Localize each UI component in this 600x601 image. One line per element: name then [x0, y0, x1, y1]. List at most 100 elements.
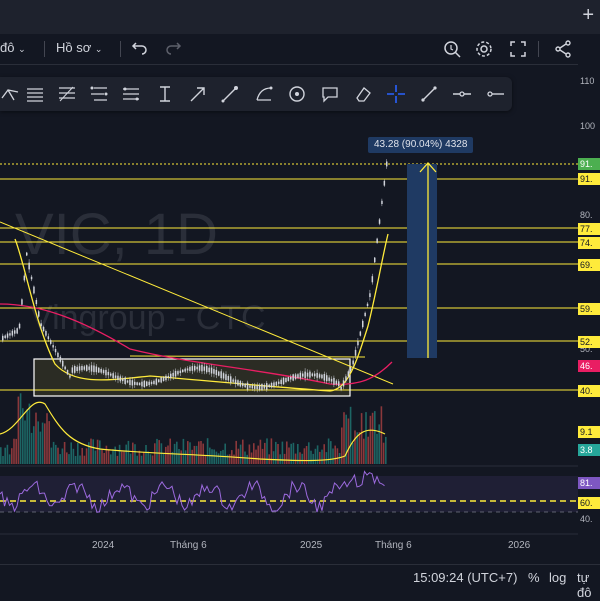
price-chart[interactable]: VIC, 1D Vingroup - CTC	[0, 64, 578, 564]
volume-bar	[165, 446, 167, 464]
gear-icon[interactable]	[474, 39, 494, 59]
fullscreen-icon[interactable]	[508, 39, 528, 59]
volume-bar	[127, 440, 130, 464]
price-label: 74.	[578, 237, 600, 249]
volume-bar	[35, 412, 37, 464]
volume-bar	[228, 454, 231, 464]
volume-bar	[264, 442, 266, 464]
fib-extension-icon[interactable]	[89, 84, 109, 104]
volume-bar	[162, 453, 165, 464]
watermark-symbol: VIC, 1D	[15, 202, 218, 267]
volume-bar	[371, 412, 374, 464]
volume-bar	[15, 438, 17, 464]
redo-icon[interactable]	[163, 39, 183, 59]
volume-bar	[367, 436, 369, 464]
fib-channel-icon[interactable]	[121, 84, 141, 104]
volume-bar	[332, 448, 334, 464]
text-cursor-icon[interactable]	[155, 84, 175, 104]
volume-bar	[149, 454, 152, 464]
layout-menu[interactable]: Hồ sơ ⌄	[56, 40, 102, 55]
volume-bar	[310, 450, 312, 464]
horizontal-line-icon[interactable]	[485, 84, 505, 104]
volume-bar	[206, 438, 209, 464]
volume-bar	[129, 453, 132, 464]
price-label: 81.	[578, 477, 600, 489]
price-tick: 100	[580, 121, 596, 131]
volume-bar	[17, 396, 20, 464]
volume-bar	[147, 451, 149, 464]
volume-bar	[224, 443, 226, 464]
volume-bar	[116, 455, 119, 464]
volume-bar	[77, 443, 79, 464]
time-label: Tháng 6	[375, 540, 412, 551]
volume-bar	[330, 441, 332, 464]
time-label: 2025	[300, 540, 323, 551]
volume-bar	[132, 442, 134, 464]
volume-bar	[63, 442, 66, 464]
share-icon[interactable]	[553, 39, 573, 59]
pitchfork-icon[interactable]	[0, 84, 20, 104]
time-axis[interactable]: 2024 Tháng 6 2025 Tháng 6 2026	[0, 538, 578, 556]
volume-bar	[204, 455, 207, 464]
volume-bar	[88, 442, 90, 464]
volume-bar	[182, 438, 185, 464]
volume-bar	[6, 444, 9, 464]
brush-icon[interactable]	[220, 84, 240, 104]
volume-bar	[213, 449, 215, 464]
volume-bar	[314, 448, 317, 464]
add-tab-icon[interactable]: +	[582, 4, 594, 27]
volume-bar	[79, 455, 81, 464]
volume-bar	[200, 441, 202, 464]
arrow-tool-icon[interactable]	[188, 84, 208, 104]
price-scale[interactable]: 110 100 80. 50. 91. 91. 77. 74. 69. 59. 52. 46.…	[578, 64, 600, 564]
price-label: 40.	[578, 385, 600, 397]
fib-retracement-icon[interactable]	[57, 84, 77, 104]
alert-search-icon[interactable]	[442, 39, 462, 59]
curve-icon[interactable]	[254, 84, 274, 104]
volume-bar	[338, 453, 341, 464]
volume-bar	[66, 452, 68, 464]
comment-icon[interactable]	[320, 84, 340, 104]
undo-icon[interactable]	[130, 39, 150, 59]
parallel-lines-icon[interactable]	[25, 84, 45, 104]
time-label: 2026	[508, 540, 531, 551]
volume-bar	[96, 439, 99, 464]
volume-bar	[334, 445, 336, 464]
volume-bar	[59, 454, 61, 464]
horizontal-ray-icon[interactable]	[452, 84, 472, 104]
volume-bar	[46, 413, 48, 464]
volume-bar	[101, 449, 103, 464]
volume-bar	[103, 452, 105, 464]
volume-bar	[385, 436, 387, 464]
eraser-icon[interactable]	[353, 84, 373, 104]
volume-bar	[319, 451, 321, 464]
circle-target-icon[interactable]	[287, 84, 307, 104]
volume-bar	[321, 449, 323, 464]
log-toggle[interactable]: log	[549, 570, 566, 585]
volume-bar	[259, 439, 262, 464]
clock-display[interactable]: 15:09:24 (UTC+7)	[413, 570, 517, 585]
volume-bar	[105, 445, 108, 464]
watermark-name: Vingroup - CTC	[30, 299, 266, 337]
trendline-icon[interactable]	[419, 84, 439, 104]
volume-bar	[136, 455, 138, 464]
volume-bar	[24, 420, 26, 464]
volume-bar	[138, 450, 141, 464]
volume-bar	[189, 442, 191, 464]
volume-bar	[176, 441, 178, 464]
volume-bar	[255, 449, 257, 464]
volume-bar	[266, 438, 268, 464]
crosshair-icon[interactable]	[386, 84, 406, 104]
volume-bar	[363, 438, 365, 464]
volume-bar	[358, 432, 361, 464]
auto-scale-toggle[interactable]: tự đô	[577, 570, 600, 600]
percent-toggle[interactable]: %	[528, 570, 540, 585]
indicator-menu[interactable]: đô ⌄	[0, 40, 26, 55]
volume-bar	[277, 444, 279, 464]
measure-range-box[interactable]	[407, 164, 437, 358]
volume-bar	[39, 431, 42, 464]
volume-bar	[290, 443, 292, 464]
volume-bar	[72, 448, 75, 464]
volume-bar	[112, 449, 114, 464]
price-label: 52.	[578, 336, 600, 348]
